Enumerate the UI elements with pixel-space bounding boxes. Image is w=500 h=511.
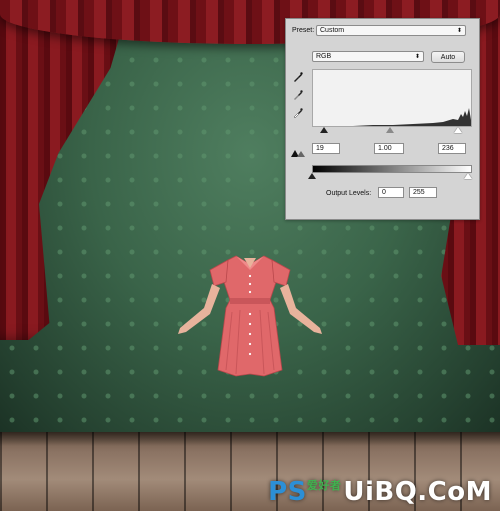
watermark-site: UiBQ.CoM: [343, 477, 492, 507]
clipping-warning-icon[interactable]: [290, 147, 306, 159]
output-levels-label: Output Levels:: [326, 190, 372, 197]
watermark-decoration: 爱好者: [306, 479, 342, 492]
model-figure: [170, 252, 330, 382]
input-gamma-field[interactable]: 1.00: [374, 143, 404, 154]
input-white-field[interactable]: 236: [438, 143, 466, 154]
channel-value: RGB: [316, 53, 332, 60]
preset-value: Custom: [320, 27, 345, 34]
dropdown-arrow-icon: ⬍: [456, 27, 462, 34]
output-white-field[interactable]: 255: [409, 187, 437, 198]
dropdown-arrow-icon: ⬍: [414, 53, 420, 60]
input-midtone-handle[interactable]: [386, 127, 394, 133]
output-levels-slider[interactable]: [308, 173, 472, 181]
output-black-handle[interactable]: [308, 173, 316, 179]
output-black-field[interactable]: 0: [378, 187, 404, 198]
floor-shadow: [0, 432, 500, 446]
preset-label: Preset:: [292, 27, 315, 34]
auto-button[interactable]: Auto: [431, 51, 465, 63]
channel-dropdown[interactable]: RGB ⬍: [312, 51, 424, 62]
preset-dropdown[interactable]: Custom ⬍: [316, 25, 466, 36]
input-gamma-value: 1.00: [378, 145, 392, 152]
output-white-handle[interactable]: [464, 173, 472, 179]
auto-button-label: Auto: [440, 53, 456, 61]
input-white-value: 236: [442, 145, 454, 152]
site-watermark: PS爱好者UiBQ.CoM: [268, 477, 492, 507]
input-black-point-handle[interactable]: [320, 127, 328, 133]
input-black-field[interactable]: 19: [312, 143, 340, 154]
gray-eyedropper-icon[interactable]: [292, 89, 304, 101]
input-white-point-handle[interactable]: [454, 127, 462, 133]
black-eyedropper-icon[interactable]: [292, 71, 304, 83]
output-gradient-bar: [312, 165, 472, 173]
white-eyedropper-icon[interactable]: [292, 107, 304, 119]
output-black-value: 0: [382, 189, 386, 196]
output-white-value: 255: [413, 189, 425, 196]
watermark-prefix: PS: [268, 477, 307, 507]
histogram: [312, 69, 472, 127]
input-levels-slider[interactable]: [312, 127, 472, 135]
levels-panel: Preset: Custom ⬍ RGB ⬍ Auto 19 1.00 236 …: [285, 18, 480, 220]
input-black-value: 19: [316, 145, 324, 152]
